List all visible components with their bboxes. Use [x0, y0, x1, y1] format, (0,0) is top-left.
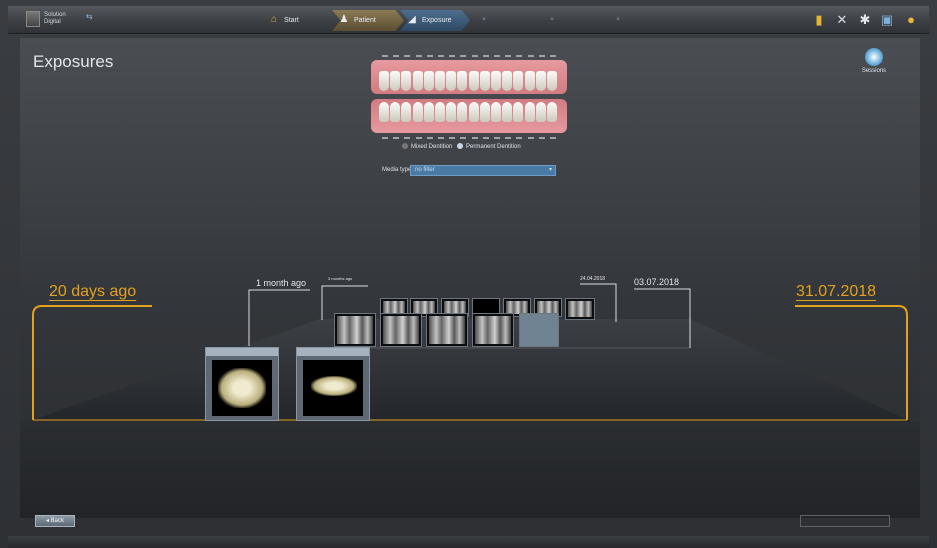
card-toolbar — [297, 348, 369, 356]
timeline-3months-label: 3 months ago — [328, 276, 353, 281]
footer-action-button[interactable] — [800, 515, 890, 527]
scan-card[interactable] — [205, 347, 279, 421]
back-button[interactable]: ◂ Back — [35, 515, 75, 527]
xray-thumbnail[interactable] — [380, 313, 422, 347]
xray-thumbnail[interactable] — [472, 313, 514, 347]
scan-card[interactable] — [296, 347, 370, 421]
3d-scan-image — [303, 360, 363, 416]
xray-thumbnail[interactable] — [334, 313, 376, 347]
report-thumbnail[interactable] — [519, 313, 559, 347]
timeline-date2-label: 03.07.2018 — [634, 277, 680, 287]
back-label: Back — [50, 518, 65, 524]
card-toolbar — [206, 348, 278, 356]
timeline-end-label: 31.07.2018 — [796, 283, 877, 300]
timeline-date1-label: 24.04.2018 — [580, 276, 606, 282]
timeline-1month-label: 1 month ago — [256, 278, 307, 288]
timeline-start-label: 20 days ago — [49, 283, 137, 300]
status-bar — [8, 536, 929, 548]
timeline-frame — [32, 283, 908, 421]
xray-thumbnail[interactable] — [426, 313, 468, 347]
3d-scan-image — [212, 360, 272, 416]
xray-thumbnail[interactable] — [565, 298, 595, 320]
